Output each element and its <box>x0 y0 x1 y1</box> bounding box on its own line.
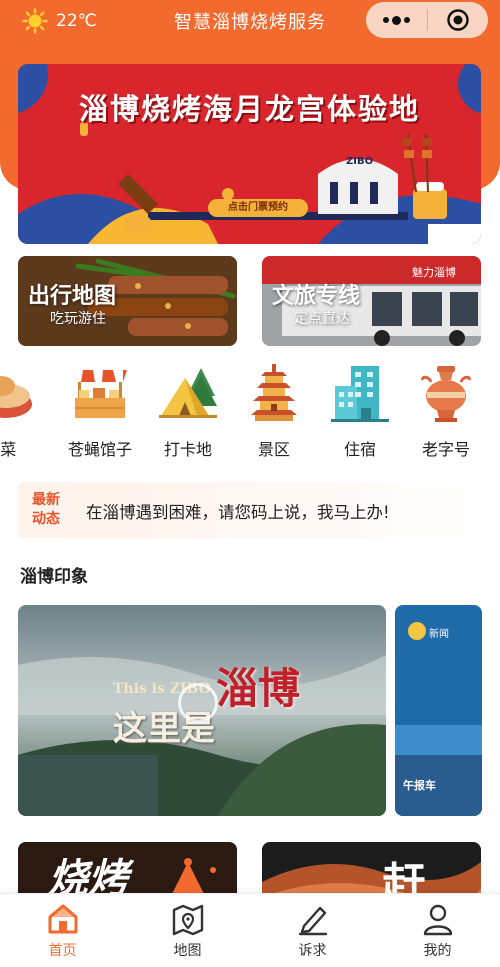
culture-bus-card[interactable]: 魅力淄博 文旅专线 定点直达 <box>262 256 481 346</box>
tab-home[interactable]: 首页 <box>0 902 125 960</box>
tab-profile[interactable]: 我的 <box>375 902 500 960</box>
more-dots-icon[interactable] <box>366 2 427 38</box>
banner-sign: ZIBO <box>346 156 374 167</box>
news-tag-line1: 最新 <box>32 492 60 508</box>
category-row: l菜 苍蝇馆子 打卡地 <box>0 362 500 462</box>
category-label: 老字号 <box>421 440 470 459</box>
feature-title: 出行地图 <box>28 284 117 309</box>
video-calligraphy: 淄博 <box>216 664 301 713</box>
news-text: 在淄博遇到困难，请您码上说，我马上办! <box>86 503 390 522</box>
promo-banner[interactable]: 淄博烧烤海月龙宫体验地 点击门票预约 ZIBO <box>18 64 481 244</box>
news-video-card[interactable]: 新闻 午报车 <box>395 605 482 816</box>
vase-icon <box>421 366 471 422</box>
food-stall-icon <box>73 370 127 418</box>
dish-icon <box>0 376 32 418</box>
travel-map-card[interactable]: 出行地图 吃玩游住 <box>18 256 237 346</box>
news-logo: 新闻 <box>429 629 449 640</box>
top-bar: 22℃ 智慧淄博烧烤服务 <box>0 0 500 40</box>
tab-label: 地图 <box>173 943 202 959</box>
impression-video-card[interactable]: This is ZIBO 这里是 淄博 <box>18 605 386 816</box>
category-checkin[interactable]: 打卡地 <box>146 362 230 460</box>
pagoda-icon <box>251 364 297 421</box>
category-old-brand[interactable]: 老字号 <box>404 362 488 460</box>
category-dish[interactable]: l菜 <box>0 362 48 460</box>
tab-label: 首页 <box>48 943 77 959</box>
edit-icon <box>298 906 327 936</box>
section-title: 淄博印象 <box>20 567 88 587</box>
banner-title: 淄博烧烤海月龙宫体验地 <box>78 92 420 126</box>
svg-text:魅力淄博: 魅力淄博 <box>412 265 456 279</box>
mini-program-capsule <box>366 2 488 38</box>
tab-map[interactable]: 地图 <box>125 902 250 960</box>
feature-subtitle: 定点直达 <box>294 311 350 327</box>
category-label: 打卡地 <box>163 440 212 459</box>
news-bar[interactable]: 最新 动态 在淄博遇到困难，请您码上说，我马上办! <box>18 482 482 538</box>
home-icon <box>48 904 77 934</box>
tab-label: 我的 <box>423 943 452 959</box>
tent-icon <box>159 368 217 418</box>
ticket-booking-button[interactable]: 点击门票预约 <box>208 199 308 217</box>
tab-appeal[interactable]: 诉求 <box>250 902 375 960</box>
news-label: 午报车 <box>403 779 436 792</box>
hotel-icon <box>331 366 389 422</box>
category-lodging[interactable]: 住宿 <box>318 362 402 460</box>
news-tag: 最新 动态 <box>32 491 72 529</box>
category-scenic[interactable]: 景区 <box>232 362 316 460</box>
target-icon[interactable] <box>428 2 488 38</box>
category-label: 苍蝇馆子 <box>67 440 132 459</box>
user-icon <box>423 904 452 936</box>
map-icon <box>172 904 203 936</box>
feature-title: 文旅专线 <box>272 284 361 309</box>
bottom-tab-bar: 首页 地图 诉求 我的 <box>0 893 500 967</box>
category-label: l菜 <box>0 440 17 459</box>
feature-subtitle: 吃玩游住 <box>50 311 106 327</box>
category-label: 景区 <box>257 440 290 459</box>
category-label: 住宿 <box>343 440 376 459</box>
category-food-stall[interactable]: 苍蝇馆子 <box>58 362 142 460</box>
news-tag-line2: 动态 <box>32 511 60 527</box>
play-circle-icon[interactable] <box>178 683 218 723</box>
tab-label: 诉求 <box>298 943 327 959</box>
